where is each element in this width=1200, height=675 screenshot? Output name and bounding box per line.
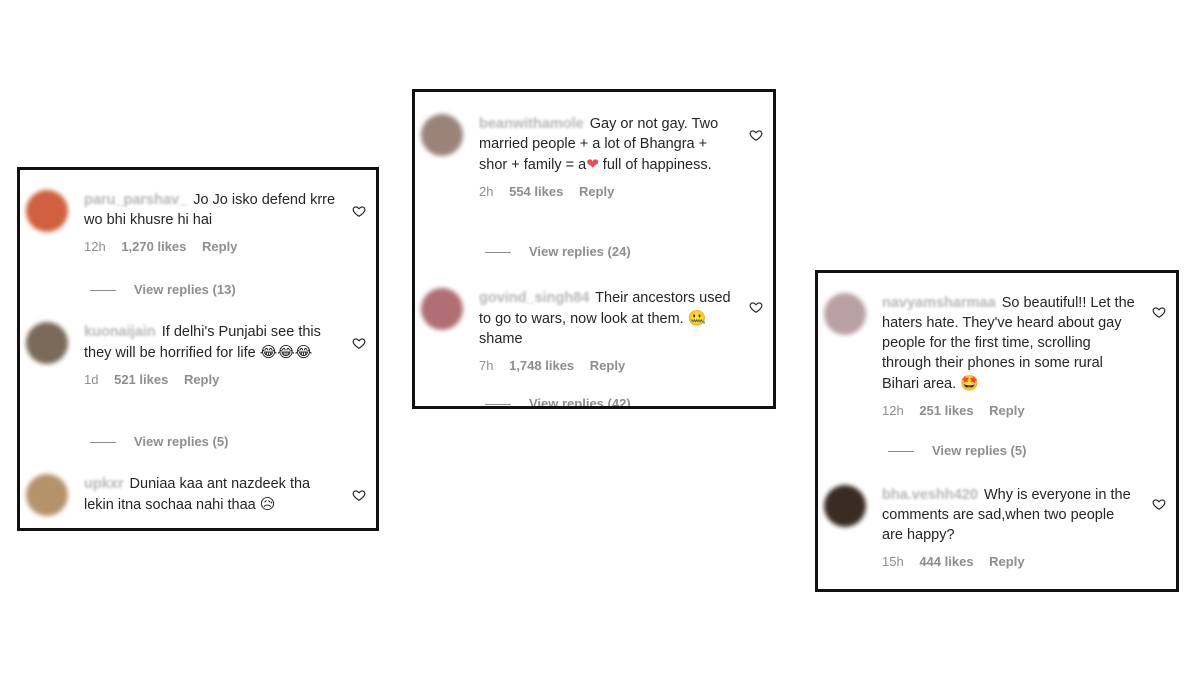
sad-emoji-icon: 😥 <box>259 495 276 513</box>
comment-meta: 12h 1,270 likes Reply <box>84 237 336 257</box>
star-struck-emoji-icon: 🤩 <box>960 374 979 392</box>
comment-meta: 12h 251 likes Reply <box>882 401 1136 421</box>
comment-body: kuonaijain If delhi's Punjabi see this t… <box>84 322 336 390</box>
zipper-mouth-emoji-icon: 🤐 <box>687 309 707 327</box>
timestamp: 12h <box>84 239 106 254</box>
timestamp: 2h <box>479 184 494 199</box>
view-replies-link[interactable]: View replies (5) <box>888 443 1026 458</box>
comment-body: beanwithamole Gay or not gay. Two marrie… <box>479 114 733 202</box>
avatar[interactable] <box>824 293 866 335</box>
like-heart-icon[interactable] <box>1152 497 1166 511</box>
like-heart-icon[interactable] <box>1152 305 1166 319</box>
reply-button[interactable]: Reply <box>590 358 625 373</box>
divider-line <box>485 404 511 406</box>
timestamp: 1d <box>84 372 99 387</box>
avatar[interactable] <box>26 474 68 516</box>
comment-body: govind_singh84 Their ancestors used to g… <box>479 288 733 376</box>
like-heart-icon[interactable] <box>352 204 366 218</box>
username[interactable]: beanwithamole <box>479 116 584 132</box>
username[interactable]: upkxr <box>84 476 124 492</box>
comment-text-end: full of happiness. <box>598 157 712 173</box>
comment-meta: 1d 521 likes Reply <box>84 370 336 390</box>
username[interactable]: navyamsharmaa <box>882 295 996 311</box>
divider-line <box>485 252 511 254</box>
timestamp: 15h <box>882 554 904 569</box>
username[interactable]: kuonaijain <box>84 324 156 340</box>
divider-line <box>90 290 116 292</box>
comments-panel-middle: beanwithamole Gay or not gay. Two marrie… <box>412 89 776 409</box>
likes-count[interactable]: 1,270 likes <box>121 239 186 254</box>
red-heart-emoji-icon: ❤ <box>586 155 599 173</box>
username[interactable]: paru_parshav_ <box>84 192 187 208</box>
timestamp: 7h <box>479 358 494 373</box>
comment-text-end: shame <box>479 331 523 347</box>
comment-body: upkxr Duniaa kaa ant nazdeek tha lekin i… <box>84 474 336 515</box>
avatar[interactable] <box>824 485 866 527</box>
reply-button[interactable]: Reply <box>202 239 237 254</box>
reply-button[interactable]: Reply <box>989 403 1024 418</box>
view-replies-link[interactable]: View replies (24) <box>485 244 631 259</box>
comment-meta: 7h 1,748 likes Reply <box>479 356 733 376</box>
reply-button[interactable]: Reply <box>989 554 1024 569</box>
comments-panel-left: paru_parshav_ Jo Jo isko defend krre wo … <box>17 167 379 531</box>
like-heart-icon[interactable] <box>352 336 366 350</box>
comment-body: paru_parshav_ Jo Jo isko defend krre wo … <box>84 190 336 257</box>
comment-meta: 15h 444 likes Reply <box>882 552 1136 572</box>
likes-count[interactable]: 444 likes <box>919 554 973 569</box>
comment-meta: 2h 554 likes Reply <box>479 182 733 202</box>
laughing-emoji-icon: 😂😂😂 <box>259 343 313 361</box>
likes-count[interactable]: 251 likes <box>919 403 973 418</box>
likes-count[interactable]: 1,748 likes <box>509 358 574 373</box>
avatar[interactable] <box>26 322 68 364</box>
reply-button[interactable]: Reply <box>184 372 219 387</box>
username[interactable]: bha.veshh420 <box>882 487 978 503</box>
avatar[interactable] <box>421 288 463 330</box>
likes-count[interactable]: 521 likes <box>114 372 168 387</box>
username[interactable]: govind_singh84 <box>479 290 589 306</box>
view-replies-link[interactable]: View replies (42) <box>485 396 631 406</box>
like-heart-icon[interactable] <box>749 128 763 142</box>
reply-button[interactable]: Reply <box>579 184 614 199</box>
divider-line <box>90 442 116 444</box>
likes-count[interactable]: 554 likes <box>509 184 563 199</box>
view-replies-link[interactable]: View replies (5) <box>90 434 228 449</box>
avatar[interactable] <box>421 114 463 156</box>
divider-line <box>888 451 914 453</box>
comment-body: navyamsharmaa So beautiful!! Let the hat… <box>882 293 1136 421</box>
like-heart-icon[interactable] <box>352 488 366 502</box>
comments-panel-right: navyamsharmaa So beautiful!! Let the hat… <box>815 270 1179 592</box>
avatar[interactable] <box>26 190 68 232</box>
comment-body: bha.veshh420 Why is everyone in the comm… <box>882 485 1136 572</box>
like-heart-icon[interactable] <box>749 300 763 314</box>
timestamp: 12h <box>882 403 904 418</box>
view-replies-link[interactable]: View replies (13) <box>90 282 236 297</box>
